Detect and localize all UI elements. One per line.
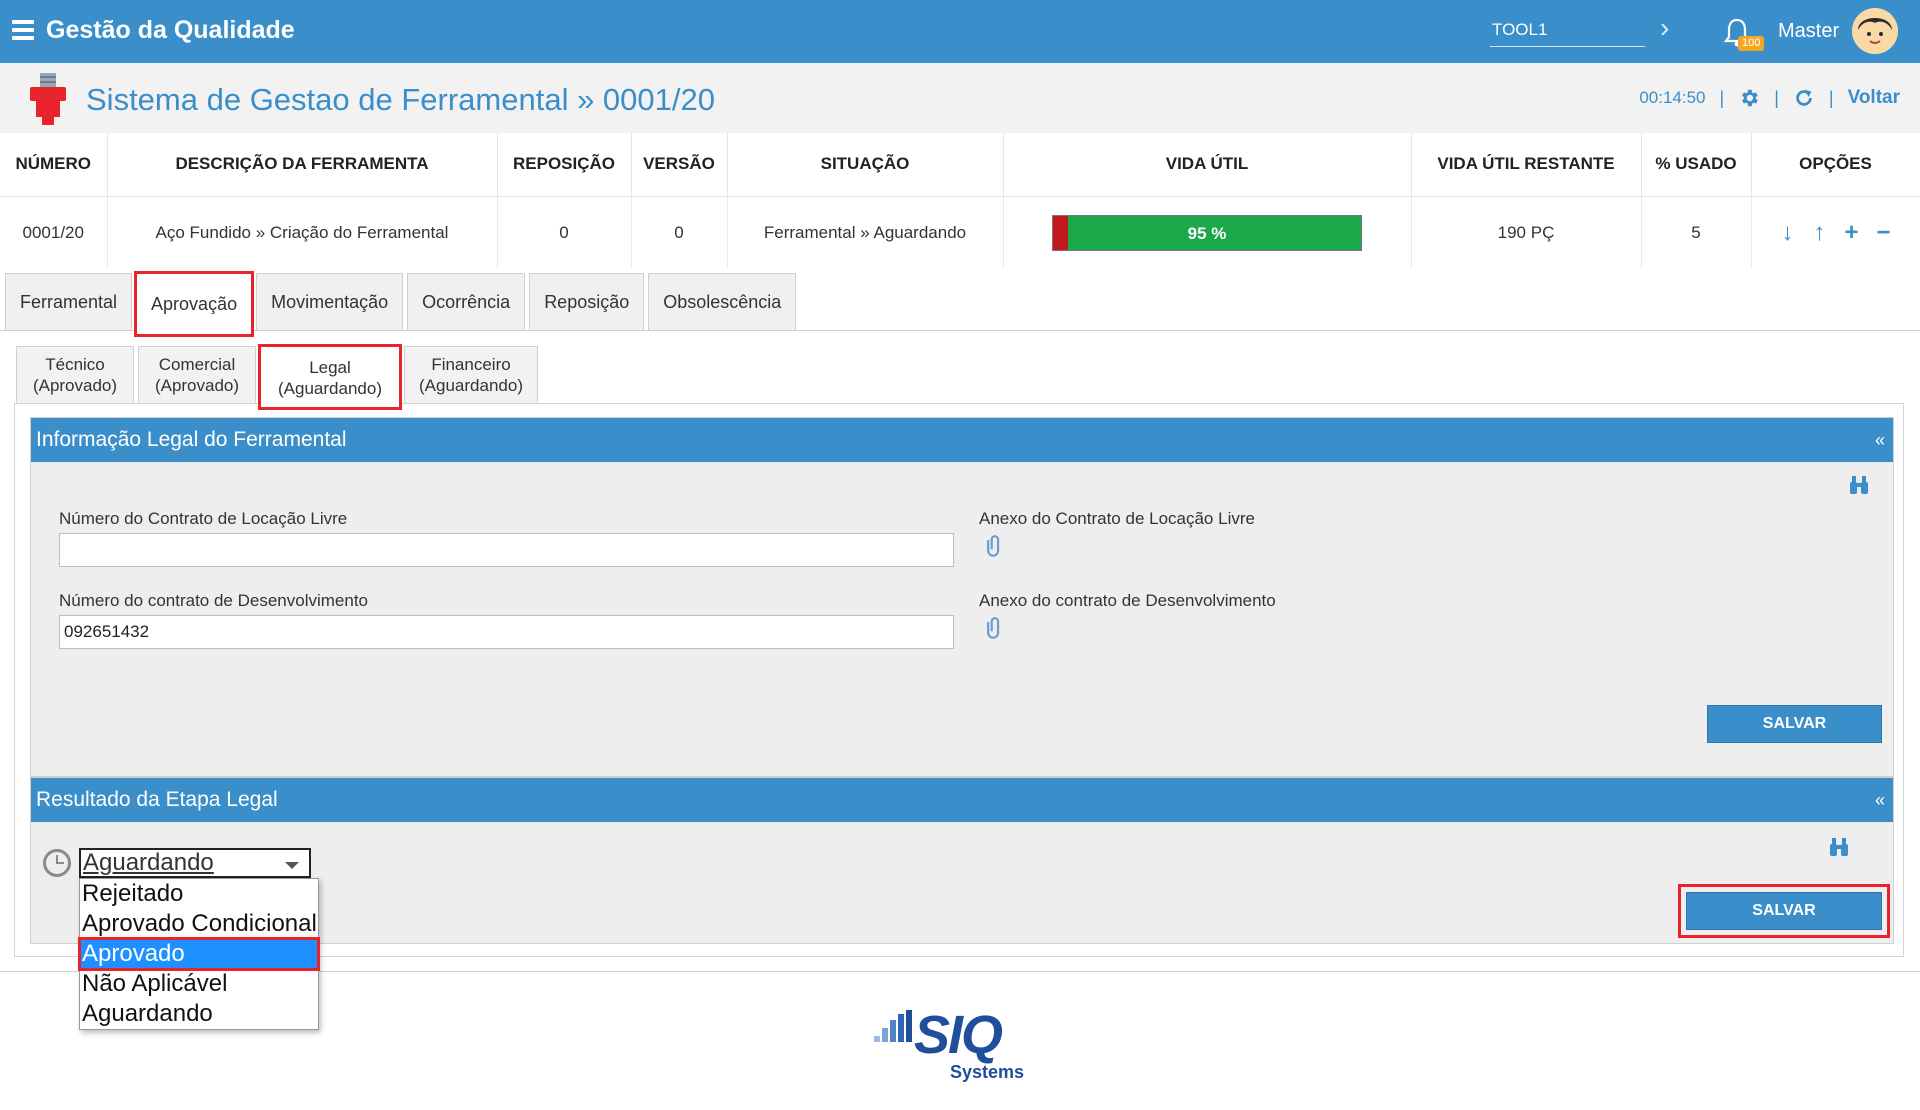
separator: |	[1719, 87, 1725, 108]
page-title: Sistema de Gestao de Ferramental » 0001/…	[86, 82, 715, 117]
main-tabs: Ferramental Aprovação Movimentação Ocorr…	[5, 271, 800, 337]
column-header: OPÇÕES	[1751, 133, 1920, 197]
subtab-status: (Aguardando)	[419, 376, 523, 395]
approval-sub-tabs: Técnico (Aprovado) Comercial (Aprovado) …	[16, 344, 542, 410]
notification-badge: 100	[1738, 36, 1765, 51]
life-progress-bar: 95 %	[1052, 214, 1362, 251]
user-avatar[interactable]	[1852, 8, 1898, 54]
section-title: Informação Legal do Ferramental	[36, 428, 347, 451]
cell-vida-restante: 190 PÇ	[1411, 196, 1642, 269]
tab-ferramental[interactable]: Ferramental	[5, 273, 133, 330]
dropdown-option[interactable]: Rejeitado	[80, 879, 318, 909]
subtab-status: (Aprovado)	[154, 376, 240, 395]
cell-descricao: Aço Fundido » Criação do Ferramental	[107, 196, 498, 269]
tool-search-input[interactable]	[1490, 14, 1645, 47]
field-label: Anexo do contrato de Desenvolvimento	[979, 591, 1276, 610]
subtab-label: Legal	[309, 357, 351, 377]
cell-versao: 0	[631, 196, 728, 269]
tool-info-table: NÚMERO DESCRIÇÃO DA FERRAMENTA REPOSIÇÃO…	[0, 133, 1920, 269]
top-bar: Gestão da Qualidade › 100 Master	[0, 0, 1920, 63]
binoculars-icon[interactable]	[1848, 474, 1870, 502]
gear-icon[interactable]	[1738, 87, 1760, 109]
column-header: VIDA ÚTIL	[1003, 133, 1412, 197]
column-header: VERSÃO	[631, 133, 728, 197]
header-actions: 00:14:50 | | | Voltar	[1639, 87, 1900, 109]
tab-movimentacao[interactable]: Movimentação	[256, 273, 404, 330]
dropdown-option[interactable]: Aprovado Condicional	[80, 909, 318, 939]
dropdown-option[interactable]: Aguardando	[80, 999, 318, 1029]
field-label: Anexo do Contrato de Locação Livre	[979, 509, 1255, 528]
field-label: Número do contrato de Desenvolvimento	[59, 591, 368, 610]
refresh-icon[interactable]	[1793, 87, 1815, 109]
subtab-label: Financeiro	[431, 355, 511, 374]
app-title: Gestão da Qualidade	[46, 16, 295, 44]
collapse-icon[interactable]: «	[1875, 430, 1885, 451]
contrato-locacao-input[interactable]	[59, 533, 954, 567]
logo-subtext: Systems	[950, 1062, 1025, 1082]
section-title: Resultado da Etapa Legal	[36, 788, 278, 811]
back-link[interactable]: Voltar	[1848, 87, 1900, 109]
subtab-label: Comercial	[158, 355, 236, 374]
column-header: DESCRIÇÃO DA FERRAMENTA	[107, 133, 498, 197]
result-status-dropdown: Rejeitado Aprovado Condicional Aprovado …	[78, 878, 320, 1030]
dropdown-option-highlighted[interactable]: Aprovado	[78, 937, 320, 971]
tab-reposicao[interactable]: Reposição	[529, 273, 645, 330]
plus-icon[interactable]: +	[1841, 219, 1863, 247]
subtab-tecnico[interactable]: Técnico (Aprovado)	[16, 346, 134, 403]
cell-opcoes: ↓ ↑ + −	[1751, 196, 1920, 269]
siq-systems-logo: SIQ Systems	[874, 1005, 1034, 1088]
collapse-icon[interactable]: «	[1875, 790, 1885, 811]
select-value: Aguardando	[83, 849, 214, 876]
caret-down-icon	[285, 862, 299, 869]
binoculars-icon[interactable]	[1828, 836, 1850, 864]
subtab-label: Técnico	[45, 355, 105, 374]
cell-situacao: Ferramental » Aguardando	[727, 196, 1004, 269]
user-name[interactable]: Master	[1778, 20, 1839, 43]
arrow-up-icon[interactable]: ↑	[1809, 219, 1831, 247]
column-header: SITUAÇÃO	[727, 133, 1004, 197]
page-header: Sistema de Gestao de Ferramental » 0001/…	[0, 63, 1920, 133]
clock-icon	[43, 849, 71, 877]
subtab-status: (Aguardando)	[278, 378, 382, 398]
tab-obsolescencia[interactable]: Obsolescência	[648, 273, 797, 330]
life-progress-label: 95 %	[1187, 223, 1227, 243]
subtab-comercial[interactable]: Comercial (Aprovado)	[138, 346, 256, 403]
tab-ocorrencia[interactable]: Ocorrência	[407, 273, 526, 330]
save-result-button[interactable]: SALVAR	[1678, 884, 1890, 938]
subtab-status: (Aprovado)	[32, 376, 118, 395]
table-header-row: NÚMERO DESCRIÇÃO DA FERRAMENTA REPOSIÇÃO…	[0, 133, 1920, 197]
separator: |	[1828, 87, 1834, 108]
section-header: Informação Legal do Ferramental «	[31, 418, 1893, 462]
arrow-down-icon[interactable]: ↓	[1777, 219, 1799, 247]
subtab-financeiro[interactable]: Financeiro (Aguardando)	[404, 346, 538, 403]
hamburger-menu-icon[interactable]	[12, 20, 34, 40]
cell-numero: 0001/20	[0, 196, 108, 269]
result-status-select[interactable]: Aguardando	[79, 848, 311, 878]
column-header: % USADO	[1641, 133, 1752, 197]
minus-icon[interactable]: −	[1873, 219, 1895, 247]
cell-vida-util: 95 %	[1003, 196, 1412, 269]
field-label: Número do Contrato de Locação Livre	[59, 509, 348, 528]
column-header: VIDA ÚTIL RESTANTE	[1411, 133, 1642, 197]
column-header: REPOSIÇÃO	[497, 133, 632, 197]
tab-aprovacao[interactable]: Aprovação	[134, 271, 255, 337]
tool-system-icon	[30, 73, 66, 125]
separator: |	[1774, 87, 1779, 108]
logo-text: SIQ	[914, 1005, 1003, 1065]
chevron-right-icon[interactable]: ›	[1660, 14, 1669, 42]
subtab-legal[interactable]: Legal (Aguardando)	[258, 344, 402, 410]
column-header: NÚMERO	[0, 133, 108, 197]
cell-reposicao: 0	[497, 196, 632, 269]
dropdown-option[interactable]: Não Aplicável	[80, 969, 318, 999]
section-header: Resultado da Etapa Legal «	[31, 778, 1893, 822]
cell-usado: 5	[1641, 196, 1752, 269]
contrato-desenvolvimento-input[interactable]	[59, 615, 954, 649]
table-row: 0001/20 Aço Fundido » Criação do Ferrame…	[0, 196, 1920, 269]
save-legal-info-button[interactable]: SALVAR	[1707, 705, 1882, 743]
session-timer: 00:14:50	[1639, 88, 1706, 107]
